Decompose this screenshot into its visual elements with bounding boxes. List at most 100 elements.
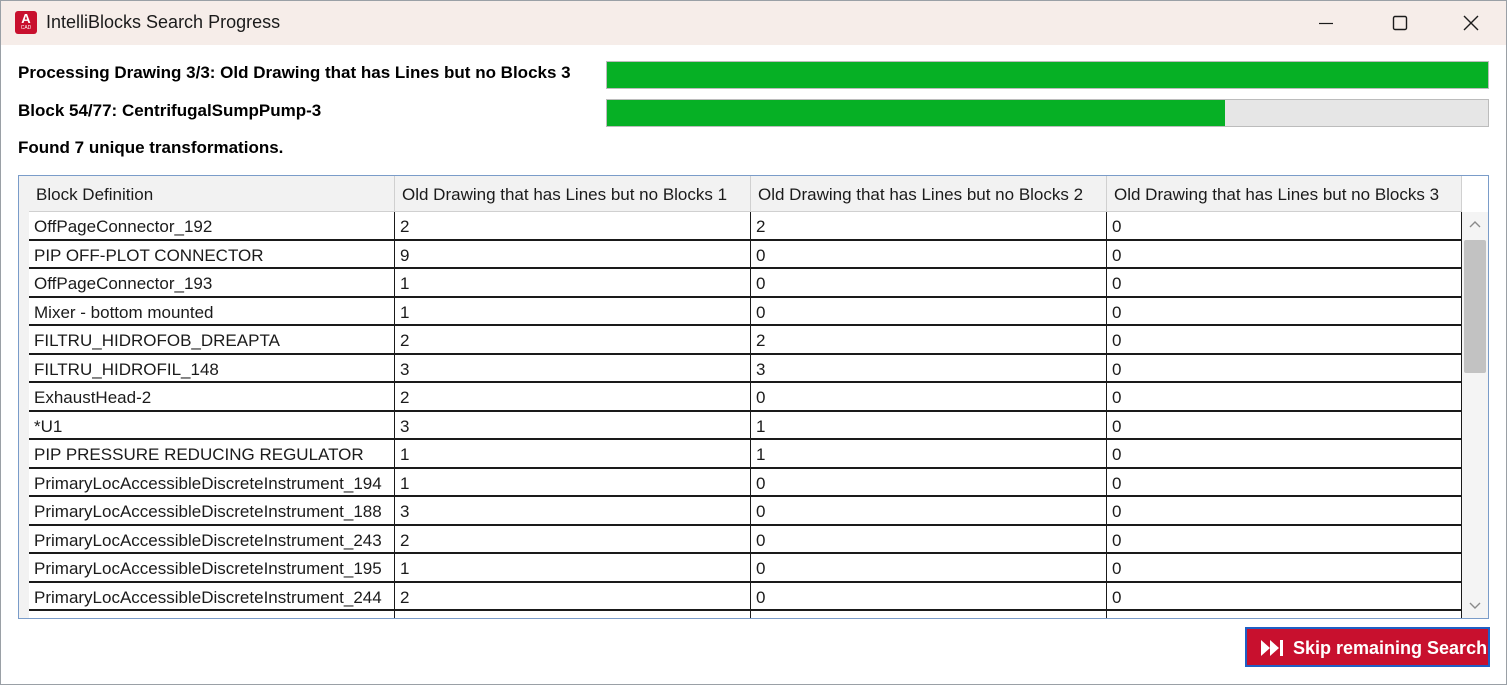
window-title: IntelliBlocks Search Progress	[46, 12, 281, 32]
count-cell[interactable]: 2	[395, 383, 751, 410]
count-cell[interactable]: 2	[395, 326, 751, 353]
count-cell[interactable]: 1	[751, 411, 1107, 438]
count-cell[interactable]: 0	[1107, 354, 1462, 381]
table-row[interactable]: PrimaryLocAccessibleDiscreteInstrument_1…	[29, 554, 1462, 583]
drawing-progress-label: Processing Drawing 3/3: Old Drawing that…	[18, 63, 571, 82]
count-cell[interactable]: 1	[751, 440, 1107, 467]
count-cell[interactable]: 0	[1107, 240, 1462, 267]
scroll-up-button[interactable]	[1462, 212, 1488, 238]
block-definition-cell[interactable]: PrimaryLocAccessibleDiscreteInstrument_1…	[29, 497, 395, 524]
block-definition-cell[interactable]: Mixer - bottom mounted	[29, 297, 395, 324]
count-cell[interactable]: 0	[751, 497, 1107, 524]
block-definition-cell[interactable]: PrimaryLocAccessibleDiscreteInstrument_2…	[29, 582, 395, 609]
count-cell[interactable]: 3	[751, 354, 1107, 381]
empty-cell[interactable]	[29, 611, 395, 618]
count-cell[interactable]: 3	[395, 497, 751, 524]
count-cell[interactable]: 0	[1107, 525, 1462, 552]
count-cell[interactable]: 0	[751, 525, 1107, 552]
count-cell[interactable]: 0	[751, 297, 1107, 324]
table-row[interactable]: Mixer - bottom mounted 1 0 0	[29, 297, 1462, 326]
empty-cell[interactable]	[395, 611, 751, 618]
count-cell[interactable]: 2	[395, 212, 751, 239]
skip-remaining-search-button[interactable]: Skip remaining Search	[1245, 627, 1490, 667]
block-definition-cell[interactable]: OffPageConnector_193	[29, 269, 395, 296]
column-header-drawing-3[interactable]: Old Drawing that has Lines but no Blocks…	[1107, 176, 1462, 212]
count-cell[interactable]: 0	[751, 554, 1107, 581]
vertical-scrollbar[interactable]	[1462, 212, 1488, 618]
scroll-down-button[interactable]	[1462, 592, 1488, 618]
block-progress-fill	[607, 100, 1225, 126]
scroll-thumb[interactable]	[1464, 240, 1486, 373]
column-header-block-definition[interactable]: Block Definition	[29, 176, 395, 212]
block-definition-cell[interactable]: PIP PRESSURE REDUCING REGULATOR	[29, 440, 395, 467]
table-row[interactable]: *U1 3 1 0	[29, 411, 1462, 440]
table-row[interactable]: PIP PRESSURE REDUCING REGULATOR 1 1 0	[29, 440, 1462, 469]
count-cell[interactable]: 3	[395, 411, 751, 438]
block-definition-cell[interactable]: PrimaryLocAccessibleDiscreteInstrument_2…	[29, 525, 395, 552]
count-cell[interactable]: 2	[751, 326, 1107, 353]
count-cell[interactable]: 0	[751, 269, 1107, 296]
column-header-drawing-1[interactable]: Old Drawing that has Lines but no Blocks…	[395, 176, 751, 212]
close-icon	[1463, 15, 1479, 31]
table-row[interactable]: FILTRU_HIDROFIL_148 3 3 0	[29, 354, 1462, 383]
results-table[interactable]: Block Definition Old Drawing that has Li…	[18, 175, 1489, 619]
skip-forward-icon	[1261, 640, 1283, 656]
close-button[interactable]	[1436, 1, 1506, 45]
block-definition-cell[interactable]: OffPageConnector_192	[29, 212, 395, 239]
count-cell[interactable]: 2	[395, 525, 751, 552]
count-cell[interactable]: 1	[395, 440, 751, 467]
block-definition-cell[interactable]: FILTRU_HIDROFOB_DREAPTA	[29, 326, 395, 353]
skip-button-label: Skip remaining Search	[1293, 638, 1488, 658]
table-row[interactable]: PrimaryLocAccessibleDiscreteInstrument_1…	[29, 468, 1462, 497]
row-header-column	[19, 212, 29, 618]
minimize-button[interactable]	[1291, 1, 1361, 45]
count-cell[interactable]: 0	[1107, 269, 1462, 296]
count-cell[interactable]: 2	[395, 582, 751, 609]
block-definition-cell[interactable]: FILTRU_HIDROFIL_148	[29, 354, 395, 381]
table-row[interactable]: ExhaustHead-2 2 0 0	[29, 383, 1462, 412]
empty-cell[interactable]	[751, 611, 1107, 618]
chevron-up-icon	[1469, 221, 1481, 228]
count-cell[interactable]: 0	[1107, 326, 1462, 353]
count-cell[interactable]: 0	[1107, 411, 1462, 438]
count-cell[interactable]: 0	[1107, 497, 1462, 524]
count-cell[interactable]: 1	[395, 269, 751, 296]
maximize-button[interactable]	[1365, 1, 1435, 45]
autocad-app-icon: A CAD	[15, 11, 37, 34]
count-cell[interactable]: 0	[1107, 297, 1462, 324]
column-header-drawing-2[interactable]: Old Drawing that has Lines but no Blocks…	[751, 176, 1107, 212]
table-row[interactable]: PrimaryLocAccessibleDiscreteInstrument_2…	[29, 525, 1462, 554]
count-cell[interactable]: 0	[1107, 383, 1462, 410]
count-cell[interactable]: 0	[1107, 212, 1462, 239]
count-cell[interactable]: 9	[395, 240, 751, 267]
corner-header	[19, 176, 29, 212]
table-row[interactable]: OffPageConnector_192 2 2 0	[29, 212, 1462, 241]
block-definition-cell[interactable]: PrimaryLocAccessibleDiscreteInstrument_1…	[29, 554, 395, 581]
table-row[interactable]: PrimaryLocAccessibleDiscreteInstrument_1…	[29, 497, 1462, 526]
count-cell[interactable]: 0	[1107, 582, 1462, 609]
block-definition-cell[interactable]: PIP OFF-PLOT CONNECTOR	[29, 240, 395, 267]
count-cell[interactable]: 0	[1107, 440, 1462, 467]
table-row[interactable]	[29, 611, 1462, 618]
count-cell[interactable]: 3	[395, 354, 751, 381]
table-row[interactable]: FILTRU_HIDROFOB_DREAPTA 2 2 0	[29, 326, 1462, 355]
count-cell[interactable]: 0	[751, 383, 1107, 410]
count-cell[interactable]: 0	[751, 582, 1107, 609]
empty-cell[interactable]	[1107, 611, 1462, 618]
block-progress-label: Block 54/77: CentrifugalSumpPump-3	[18, 101, 322, 120]
count-cell[interactable]: 0	[751, 240, 1107, 267]
block-definition-cell[interactable]: *U1	[29, 411, 395, 438]
table-row[interactable]: OffPageConnector_193 1 0 0	[29, 269, 1462, 298]
count-cell[interactable]: 0	[1107, 468, 1462, 495]
count-cell[interactable]: 2	[751, 212, 1107, 239]
table-row[interactable]: PrimaryLocAccessibleDiscreteInstrument_2…	[29, 582, 1462, 611]
count-cell[interactable]: 1	[395, 554, 751, 581]
block-definition-cell[interactable]: ExhaustHead-2	[29, 383, 395, 410]
count-cell[interactable]: 0	[751, 468, 1107, 495]
count-cell[interactable]: 1	[395, 468, 751, 495]
count-cell[interactable]: 1	[395, 297, 751, 324]
table-row[interactable]: PIP OFF-PLOT CONNECTOR 9 0 0	[29, 240, 1462, 269]
block-definition-cell[interactable]: PrimaryLocAccessibleDiscreteInstrument_1…	[29, 468, 395, 495]
count-cell[interactable]: 0	[1107, 554, 1462, 581]
title-bar[interactable]: A CAD IntelliBlocks Search Progress	[1, 1, 1506, 45]
